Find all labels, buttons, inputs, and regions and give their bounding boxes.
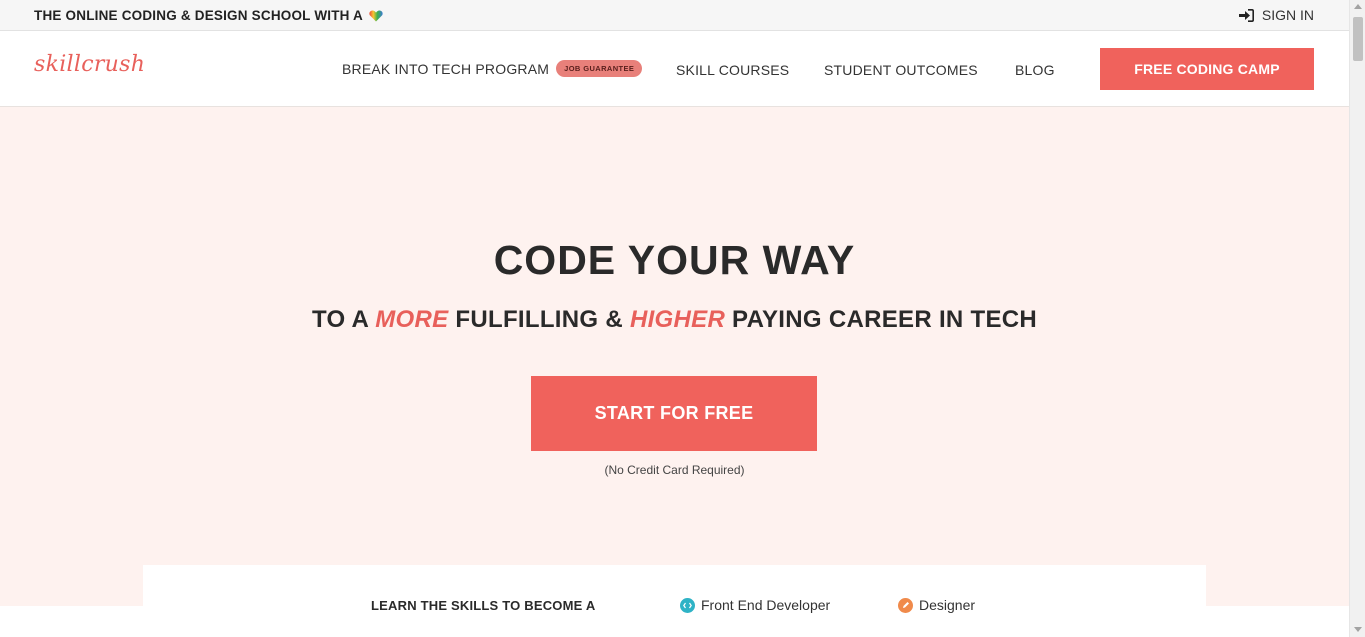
hero-title: CODE YOUR WAY <box>493 237 856 283</box>
start-for-free-button[interactable]: START FOR FREE <box>531 376 817 451</box>
skill-designer[interactable]: Designer <box>898 597 975 613</box>
nav-skill-courses[interactable]: SKILL COURSES <box>676 62 789 78</box>
pencil-icon <box>898 597 913 613</box>
subtitle-accent-higher: HIGHER <box>629 306 726 333</box>
hero-subtitle: TO A MORE FULFILLING & HIGHER PAYING CAR… <box>0 306 1349 334</box>
skillcrush-logo[interactable]: skillcrush <box>34 52 145 77</box>
nav-item-label: BREAK INTO TECH PROGRAM <box>342 60 550 77</box>
main-navigation: skillcrush BREAK INTO TECH PROGRAM JOB G… <box>0 32 1349 107</box>
nav-break-into-tech-program[interactable]: BREAK INTO TECH PROGRAM JOB GUARANTEE <box>342 60 643 77</box>
sign-in-arrow-icon <box>1238 8 1254 22</box>
subtitle-part: PAYING CAREER IN TECH <box>725 306 1038 333</box>
scroll-up-arrow-icon[interactable] <box>1354 4 1362 9</box>
scroll-down-arrow-icon[interactable] <box>1354 627 1362 632</box>
page-scrollbar[interactable] <box>1349 0 1365 637</box>
skills-selector-card: LEARN THE SKILLS TO BECOME A Front End D… <box>143 565 1206 637</box>
rainbow-heart-icon <box>369 10 383 22</box>
school-tagline: THE ONLINE CODING & DESIGN SCHOOL WITH A <box>34 8 383 23</box>
subtitle-part: TO A <box>311 306 376 333</box>
sign-in-link[interactable]: SIGN IN <box>1238 7 1314 23</box>
subtitle-accent-more: MORE <box>375 306 449 333</box>
skill-front-end-developer[interactable]: Front End Developer <box>680 597 830 613</box>
nav-student-outcomes[interactable]: STUDENT OUTCOMES <box>824 62 978 78</box>
tagline-text: THE ONLINE CODING & DESIGN SCHOOL WITH A <box>34 8 364 23</box>
skills-label: LEARN THE SKILLS TO BECOME A <box>371 598 596 613</box>
code-icon <box>680 597 695 613</box>
announcement-bar: THE ONLINE CODING & DESIGN SCHOOL WITH A <box>0 0 1349 31</box>
skill-label: Designer <box>919 597 976 613</box>
sign-in-label: SIGN IN <box>1261 7 1314 23</box>
nav-blog[interactable]: BLOG <box>1015 62 1055 78</box>
scrollbar-thumb[interactable] <box>1353 17 1363 61</box>
hero-section: CODE YOUR WAY TO A MORE FULFILLING & HIG… <box>0 107 1349 606</box>
subtitle-part: FULFILLING & <box>448 306 630 333</box>
free-coding-camp-button[interactable]: FREE CODING CAMP <box>1100 48 1314 90</box>
job-guarantee-badge: JOB GUARANTEE <box>556 60 643 77</box>
skill-label: Front End Developer <box>701 597 831 613</box>
no-credit-card-note: (No Credit Card Required) <box>604 463 745 477</box>
